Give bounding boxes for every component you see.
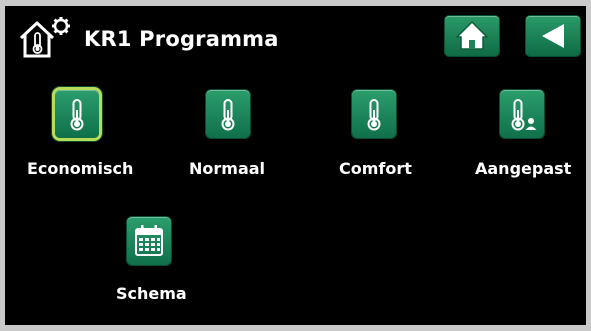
option-tile[interactable] <box>206 90 250 138</box>
option-tile[interactable] <box>55 90 99 138</box>
schedule-option[interactable] <box>119 217 179 277</box>
thermometer-icon <box>367 99 381 131</box>
option-label-aangepast[interactable]: Aangepast <box>475 159 571 178</box>
option-normaal[interactable] <box>198 90 258 150</box>
home-icon <box>456 21 488 50</box>
thermometer-user-icon <box>511 99 537 131</box>
calendar-icon <box>135 225 163 256</box>
option-label-normaal[interactable]: Normaal <box>189 159 265 178</box>
screen: KR1 Programma Economisch Normaal Comfort… <box>5 6 586 325</box>
option-label-comfort[interactable]: Comfort <box>339 159 412 178</box>
option-label-economisch[interactable]: Economisch <box>27 159 133 178</box>
option-comfort[interactable] <box>344 90 404 150</box>
page-title: KR1 Programma <box>84 27 279 51</box>
thermometer-icon <box>221 99 235 131</box>
schedule-tile[interactable] <box>127 217 171 265</box>
option-aangepast[interactable] <box>492 90 552 150</box>
house-thermometer-gear-icon <box>17 16 75 60</box>
option-tile[interactable] <box>500 90 544 138</box>
back-button[interactable] <box>526 16 580 56</box>
option-economisch[interactable] <box>47 90 107 150</box>
schedule-label[interactable]: Schema <box>116 284 187 303</box>
thermometer-icon <box>70 99 84 131</box>
option-tile[interactable] <box>352 90 396 138</box>
back-arrow-icon <box>542 24 564 48</box>
home-button[interactable] <box>445 16 499 56</box>
